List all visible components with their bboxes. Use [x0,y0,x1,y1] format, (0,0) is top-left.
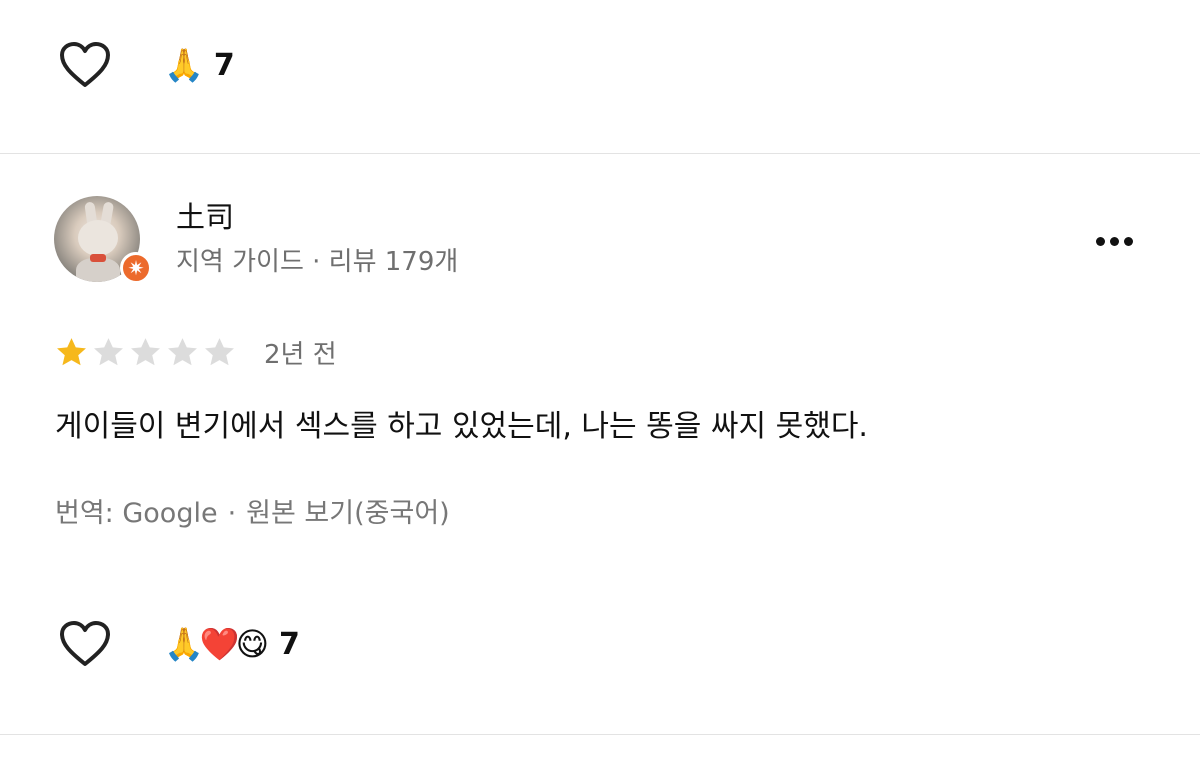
review-reaction-row: 🙏 ❤️ 😋 7 [58,614,300,674]
rating-row: 2년 전 [55,332,337,372]
star-filled-icon [57,337,86,365]
view-original-link[interactable]: 원본 보기(중국어) [246,496,450,532]
local-guide-badge-icon: ✷ [120,252,152,284]
avatar[interactable]: ✷ [54,196,152,284]
previous-review-reaction-row: 🙏 7 [58,35,235,95]
like-button[interactable] [58,39,116,91]
translation-label: 번역: Google [55,498,218,529]
review-text: 게이들이 변기에서 섹스를 하고 있었는데, 나는 똥을 싸지 못했다. [55,409,868,444]
translation-attribution: 번역: Google · 원본 보기(중국어) [55,496,450,532]
author-name[interactable]: 土司 [176,199,234,235]
star-empty-icon [205,337,234,365]
reaction-count: 7 [279,626,300,662]
review-date: 2년 전 [264,339,337,370]
reaction-summary[interactable]: 🙏 7 [164,48,235,83]
like-button[interactable] [58,618,116,670]
divider [0,734,1200,735]
yum-face-emoji: 😋 [235,625,270,663]
author-meta: 지역 가이드 · 리뷰 179개 [176,247,459,277]
star-empty-icon [131,337,160,365]
heart-outline-icon [60,621,110,666]
more-horizontal-icon [1095,236,1105,246]
divider [0,153,1200,154]
folded-hands-emoji: 🙏 [164,625,204,663]
reaction-count: 7 [213,47,235,83]
star-empty-icon [94,337,123,365]
folded-hands-emoji: 🙏 [164,46,204,84]
more-options-button[interactable] [1088,226,1140,256]
star-rating [55,336,240,369]
star-empty-icon [168,337,197,365]
red-heart-emoji: ❤️ [199,625,240,663]
reaction-summary[interactable]: 🙏 ❤️ 😋 7 [164,627,300,662]
separator: · [227,498,237,529]
heart-outline-icon [60,42,110,87]
